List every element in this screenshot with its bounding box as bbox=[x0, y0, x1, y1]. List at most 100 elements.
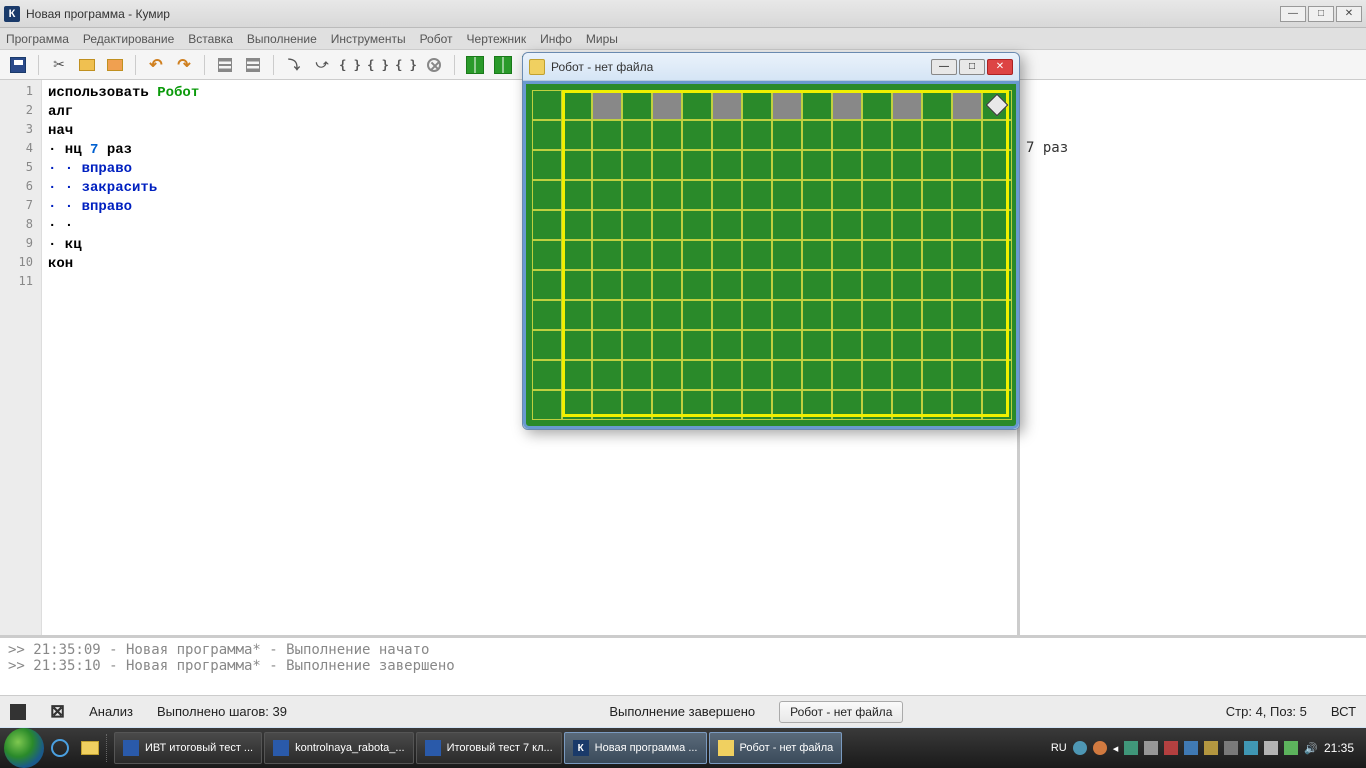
grid-cell[interactable] bbox=[562, 120, 592, 150]
save-button[interactable] bbox=[6, 53, 30, 77]
robot-title-bar[interactable]: Робот - нет файла — □ ✕ bbox=[523, 53, 1019, 81]
tray-icon[interactable] bbox=[1184, 741, 1198, 755]
grid-cell[interactable] bbox=[532, 300, 562, 330]
grid-cell[interactable] bbox=[712, 270, 742, 300]
grid-cell[interactable] bbox=[772, 150, 802, 180]
grid-cell[interactable] bbox=[772, 360, 802, 390]
menu-worlds[interactable]: Миры bbox=[586, 32, 618, 46]
grid-cell[interactable] bbox=[982, 360, 1012, 390]
step-over-button[interactable]: ⤻ bbox=[310, 53, 334, 77]
grid-cell[interactable] bbox=[742, 120, 772, 150]
grid-cell[interactable] bbox=[592, 330, 622, 360]
grid-cell[interactable] bbox=[592, 150, 622, 180]
grid-cell[interactable] bbox=[832, 300, 862, 330]
grid-cell[interactable] bbox=[832, 120, 862, 150]
tray-icon[interactable] bbox=[1124, 741, 1138, 755]
grid-cell[interactable] bbox=[952, 150, 982, 180]
grid-cell[interactable] bbox=[712, 300, 742, 330]
robot-close-button[interactable]: ✕ bbox=[987, 59, 1013, 75]
grid-cell[interactable] bbox=[922, 180, 952, 210]
grid-cell[interactable] bbox=[592, 360, 622, 390]
grid-cell[interactable] bbox=[802, 360, 832, 390]
grid-cell[interactable] bbox=[802, 270, 832, 300]
grid-cell[interactable] bbox=[922, 150, 952, 180]
grid-cell[interactable] bbox=[592, 210, 622, 240]
menu-info[interactable]: Инфо bbox=[540, 32, 572, 46]
grid-cell[interactable] bbox=[742, 90, 772, 120]
grid-cell[interactable] bbox=[982, 150, 1012, 180]
menu-robot[interactable]: Робот bbox=[420, 32, 453, 46]
task-item[interactable]: Итоговый тест 7 кл... bbox=[416, 732, 562, 764]
grid-cell[interactable] bbox=[742, 240, 772, 270]
grid-cell[interactable] bbox=[712, 90, 742, 120]
grid-cell[interactable] bbox=[802, 210, 832, 240]
tray-arrow-icon[interactable]: ◂ bbox=[1113, 742, 1119, 755]
grid-cell[interactable] bbox=[622, 210, 652, 240]
grid-cell[interactable] bbox=[532, 270, 562, 300]
grid-cell[interactable] bbox=[622, 150, 652, 180]
grid-cell[interactable] bbox=[742, 390, 772, 420]
grid-cell[interactable] bbox=[682, 390, 712, 420]
grid-cell[interactable] bbox=[952, 240, 982, 270]
grid-cell[interactable] bbox=[862, 300, 892, 330]
grid-cell[interactable] bbox=[832, 90, 862, 120]
clock[interactable]: 21:35 bbox=[1324, 741, 1354, 755]
grid-cell[interactable] bbox=[682, 120, 712, 150]
tray-icon[interactable] bbox=[1284, 741, 1298, 755]
grid-cell[interactable] bbox=[952, 180, 982, 210]
tray-icon[interactable] bbox=[1264, 741, 1278, 755]
grid-cell[interactable] bbox=[562, 210, 592, 240]
menu-draftsman[interactable]: Чертежник bbox=[467, 32, 527, 46]
grid-cell[interactable] bbox=[622, 90, 652, 120]
grid-cell[interactable] bbox=[892, 210, 922, 240]
grid-cell[interactable] bbox=[832, 390, 862, 420]
grid-cell[interactable] bbox=[622, 180, 652, 210]
grid-cell[interactable] bbox=[862, 120, 892, 150]
grid-cell[interactable] bbox=[832, 180, 862, 210]
grid-cell[interactable] bbox=[562, 330, 592, 360]
grid-cell[interactable] bbox=[772, 90, 802, 120]
minimize-button[interactable]: — bbox=[1280, 6, 1306, 22]
grid-cell[interactable] bbox=[862, 330, 892, 360]
grid-cell[interactable] bbox=[562, 90, 592, 120]
grid-cell[interactable] bbox=[682, 150, 712, 180]
grid-cell[interactable] bbox=[682, 270, 712, 300]
grid-cell[interactable] bbox=[742, 270, 772, 300]
grid-cell[interactable] bbox=[862, 390, 892, 420]
grid-cell[interactable] bbox=[682, 180, 712, 210]
grid-cell[interactable] bbox=[592, 90, 622, 120]
copy-button[interactable] bbox=[75, 53, 99, 77]
grid-cell[interactable] bbox=[562, 390, 592, 420]
tray-icon[interactable] bbox=[1144, 741, 1158, 755]
grid-cell[interactable] bbox=[712, 120, 742, 150]
grid-cell[interactable] bbox=[652, 330, 682, 360]
grid-cell[interactable] bbox=[952, 330, 982, 360]
grid-cell[interactable] bbox=[982, 270, 1012, 300]
grid-cell[interactable] bbox=[952, 360, 982, 390]
grid-cell[interactable] bbox=[682, 300, 712, 330]
grid-cell[interactable] bbox=[682, 240, 712, 270]
menu-program[interactable]: Программа bbox=[6, 32, 69, 46]
grid-cell[interactable] bbox=[682, 330, 712, 360]
grid-cell[interactable] bbox=[922, 90, 952, 120]
grid-cell[interactable] bbox=[832, 270, 862, 300]
indent-button[interactable] bbox=[241, 53, 265, 77]
grid-cell[interactable] bbox=[712, 360, 742, 390]
grid-cell[interactable] bbox=[652, 270, 682, 300]
grid-cell[interactable] bbox=[952, 300, 982, 330]
brackets2-button[interactable]: { } bbox=[366, 53, 390, 77]
grid-cell[interactable] bbox=[742, 210, 772, 240]
grid-cell[interactable] bbox=[832, 330, 862, 360]
grid-cell[interactable] bbox=[742, 180, 772, 210]
grid-cell[interactable] bbox=[532, 360, 562, 390]
grid-cell[interactable] bbox=[652, 240, 682, 270]
grid-cell[interactable] bbox=[562, 150, 592, 180]
grid-cell[interactable] bbox=[892, 390, 922, 420]
grid-cell[interactable] bbox=[952, 90, 982, 120]
stop-button[interactable] bbox=[422, 53, 446, 77]
step-in-button[interactable]: ⤵ bbox=[282, 53, 306, 77]
grid-cell[interactable] bbox=[772, 120, 802, 150]
grid-cell[interactable] bbox=[922, 390, 952, 420]
clear-status-icon[interactable]: ⊠ bbox=[50, 701, 65, 722]
grid-cell[interactable] bbox=[742, 360, 772, 390]
